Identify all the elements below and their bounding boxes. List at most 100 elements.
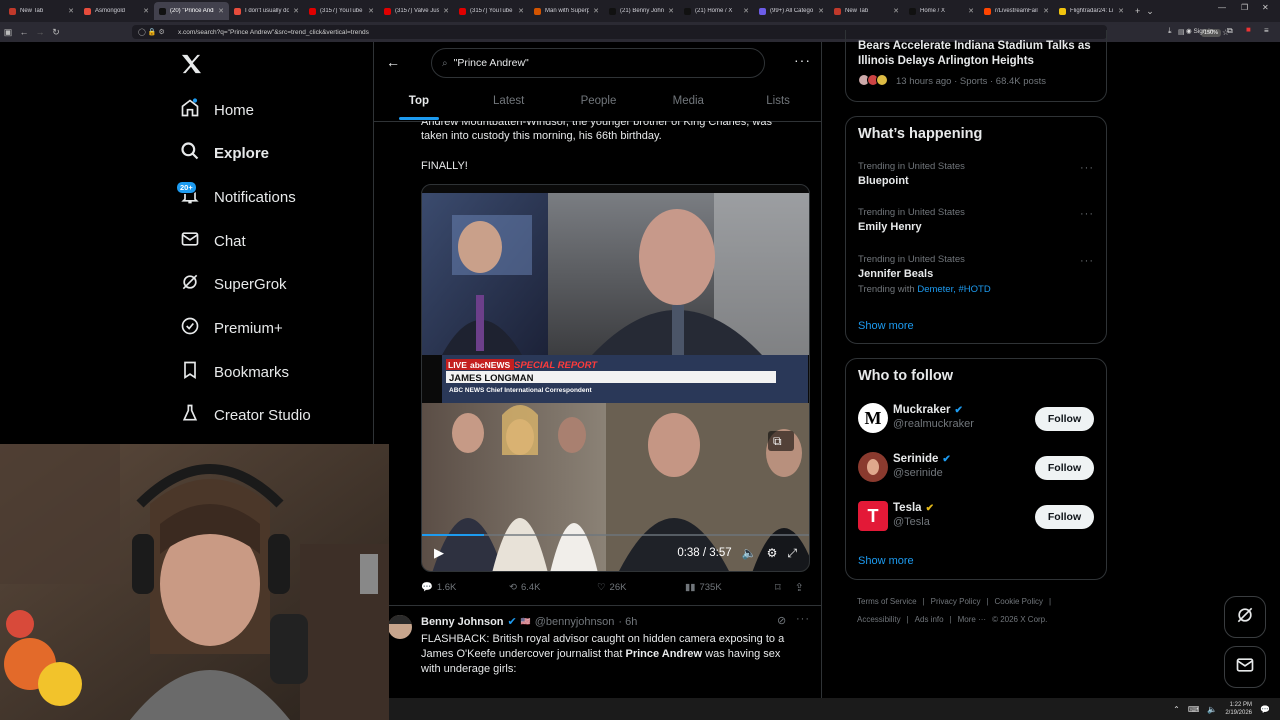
- tab-list-chevron-icon[interactable]: ⌄: [1146, 6, 1154, 17]
- tab-close-icon[interactable]: ✕: [143, 7, 149, 15]
- volume-icon[interactable]: 🔈: [1207, 705, 1217, 714]
- tab-media[interactable]: Media: [643, 86, 733, 121]
- avatar[interactable]: M: [858, 403, 888, 433]
- x-logo[interactable]: [180, 54, 202, 79]
- bookmark-icon[interactable]: ⌑: [775, 581, 781, 594]
- more-options-icon[interactable]: ···: [1080, 255, 1094, 267]
- browser-tab[interactable]: (21) Home / X ✕: [679, 2, 754, 20]
- follow-button[interactable]: Follow: [1035, 407, 1094, 431]
- views-button[interactable]: ▮▮ 735K: [685, 582, 775, 593]
- sign-in-button[interactable]: ◉ Sign in: [1186, 27, 1213, 35]
- author-name[interactable]: Benny Johnson: [421, 616, 504, 628]
- tab-close-icon[interactable]: ✕: [1118, 7, 1124, 15]
- back-icon[interactable]: ←: [16, 27, 32, 37]
- play-icon[interactable]: ▶: [434, 545, 444, 561]
- messages-fab-button[interactable]: [1224, 646, 1266, 688]
- fullscreen-icon[interactable]: ⤢: [787, 546, 797, 561]
- tesla-logo-icon[interactable]: T: [858, 501, 888, 531]
- browser-tab[interactable]: (99+) All Catego ✕: [754, 2, 829, 20]
- extensions-icon[interactable]: ⧉: [1227, 26, 1233, 36]
- browser-tab[interactable]: (3157) Valve Just ✕: [379, 2, 454, 20]
- close-window-icon[interactable]: ✕: [1262, 3, 1269, 12]
- browser-tab[interactable]: Asmongold ✕: [79, 2, 154, 20]
- browser-tab[interactable]: New Tab ✕: [829, 2, 904, 20]
- avatar[interactable]: [858, 452, 888, 482]
- follow-button[interactable]: Follow: [1035, 505, 1094, 529]
- author-handle[interactable]: @bennyjohnson: [535, 616, 615, 628]
- reload-icon[interactable]: ↻: [48, 27, 64, 38]
- minimize-icon[interactable]: —: [1218, 3, 1226, 12]
- sidebar-toggle-icon[interactable]: ▣: [0, 27, 16, 38]
- tab-close-icon[interactable]: ✕: [968, 7, 974, 15]
- tab-close-icon[interactable]: ✕: [818, 7, 824, 15]
- more-options-icon[interactable]: ···: [1080, 208, 1094, 220]
- follow-suggestion[interactable]: Tesla ✔ @Tesla: [893, 502, 934, 528]
- footer-link[interactable]: Ads info: [915, 615, 944, 624]
- tab-top[interactable]: Top: [374, 86, 464, 121]
- browser-tab[interactable]: (20) "Prince Andr ✕: [154, 2, 229, 20]
- footer-link[interactable]: Terms of Service: [857, 597, 917, 606]
- news-trend-card[interactable]: Bears Accelerate Indiana Stadium Talks a…: [845, 30, 1107, 102]
- nav-creator-studio[interactable]: Creator Studio: [180, 403, 311, 427]
- nav-home[interactable]: Home: [180, 98, 254, 122]
- tab-close-icon[interactable]: ✕: [1043, 7, 1049, 15]
- show-more-link[interactable]: Show more: [858, 320, 914, 332]
- picture-in-picture-icon[interactable]: ⧉: [773, 434, 782, 449]
- nav-premium[interactable]: Premium+: [180, 316, 283, 340]
- footer-link[interactable]: More ···: [958, 615, 986, 624]
- back-arrow-icon[interactable]: ←: [386, 54, 400, 70]
- tab-close-icon[interactable]: ✕: [668, 7, 674, 15]
- menu-icon[interactable]: ≡: [1264, 26, 1269, 35]
- network-icon[interactable]: ⌨: [1188, 705, 1200, 714]
- new-tab-button[interactable]: +: [1135, 6, 1140, 16]
- repost-button[interactable]: ⟲ 6.4K: [509, 582, 597, 593]
- tab-close-icon[interactable]: ✕: [443, 7, 449, 15]
- footer-link[interactable]: Cookie Policy: [995, 597, 1043, 606]
- follow-button[interactable]: Follow: [1035, 456, 1094, 480]
- tab-lists[interactable]: Lists: [733, 86, 821, 121]
- browser-tab[interactable]: Man with Superp ✕: [529, 2, 604, 20]
- forward-icon[interactable]: →: [32, 27, 48, 37]
- more-options-icon[interactable]: ···: [794, 52, 811, 68]
- tab-close-icon[interactable]: ✕: [368, 7, 374, 15]
- trend-item[interactable]: Trending in United States Jennifer Beals…: [858, 254, 991, 295]
- tab-close-icon[interactable]: ✕: [68, 7, 74, 15]
- show-more-link[interactable]: Show more: [858, 555, 914, 567]
- reader-icon[interactable]: ▤: [1178, 28, 1185, 36]
- browser-tab[interactable]: r/LivestreamFail ✕: [979, 2, 1054, 20]
- browser-tab[interactable]: (3157) YouTube ✕: [304, 2, 379, 20]
- trend-item[interactable]: Trending in United States Bluepoint: [858, 161, 965, 187]
- trend-with-links[interactable]: Demeter, #HOTD: [917, 284, 990, 295]
- tweet-time[interactable]: · 6h: [618, 616, 637, 628]
- browser-tab[interactable]: Home / X ✕: [904, 2, 979, 20]
- browser-tab[interactable]: I don't usually do ✕: [229, 2, 304, 20]
- tab-close-icon[interactable]: ✕: [593, 7, 599, 15]
- tab-close-icon[interactable]: ✕: [518, 7, 524, 15]
- browser-tab[interactable]: New Tab ✕: [4, 2, 79, 20]
- tab-close-icon[interactable]: ✕: [218, 7, 224, 15]
- nav-notifications[interactable]: Notifications: [180, 185, 296, 209]
- more-options-icon[interactable]: ···: [1080, 162, 1094, 174]
- tab-close-icon[interactable]: ✕: [743, 7, 749, 15]
- nav-supergrok[interactable]: SuperGrok: [180, 272, 287, 296]
- download-icon[interactable]: ⤓: [1168, 26, 1172, 36]
- footer-link[interactable]: Privacy Policy: [931, 597, 981, 606]
- video-player[interactable]: LIVE abcNEWS SPECIAL REPORT JAMES LONGMA…: [421, 184, 810, 572]
- follow-suggestion[interactable]: Muckraker ✔ @realmuckraker: [893, 404, 974, 430]
- tab-close-icon[interactable]: ✕: [293, 7, 299, 15]
- clock[interactable]: 1:22 PM 2/19/2026: [1225, 701, 1252, 717]
- tray-chevron-icon[interactable]: ⌃: [1173, 705, 1180, 714]
- notification-center-icon[interactable]: 💬: [1260, 705, 1270, 714]
- share-icon[interactable]: ⇪: [795, 581, 804, 594]
- grok-fab-button[interactable]: [1224, 596, 1266, 638]
- avatar[interactable]: [388, 615, 412, 639]
- tab-close-icon[interactable]: ✕: [893, 7, 899, 15]
- nav-explore[interactable]: Explore: [180, 141, 269, 165]
- follow-suggestion[interactable]: Serinide ✔ @serinide: [893, 453, 951, 479]
- tab-people[interactable]: People: [554, 86, 644, 121]
- extension-badge-icon[interactable]: ■: [1246, 25, 1251, 34]
- nav-bookmarks[interactable]: Bookmarks: [180, 360, 289, 384]
- grok-icon[interactable]: ⊘: [777, 614, 786, 627]
- browser-tab[interactable]: (3157) YouTube ✕: [454, 2, 529, 20]
- restore-icon[interactable]: ❐: [1241, 3, 1248, 12]
